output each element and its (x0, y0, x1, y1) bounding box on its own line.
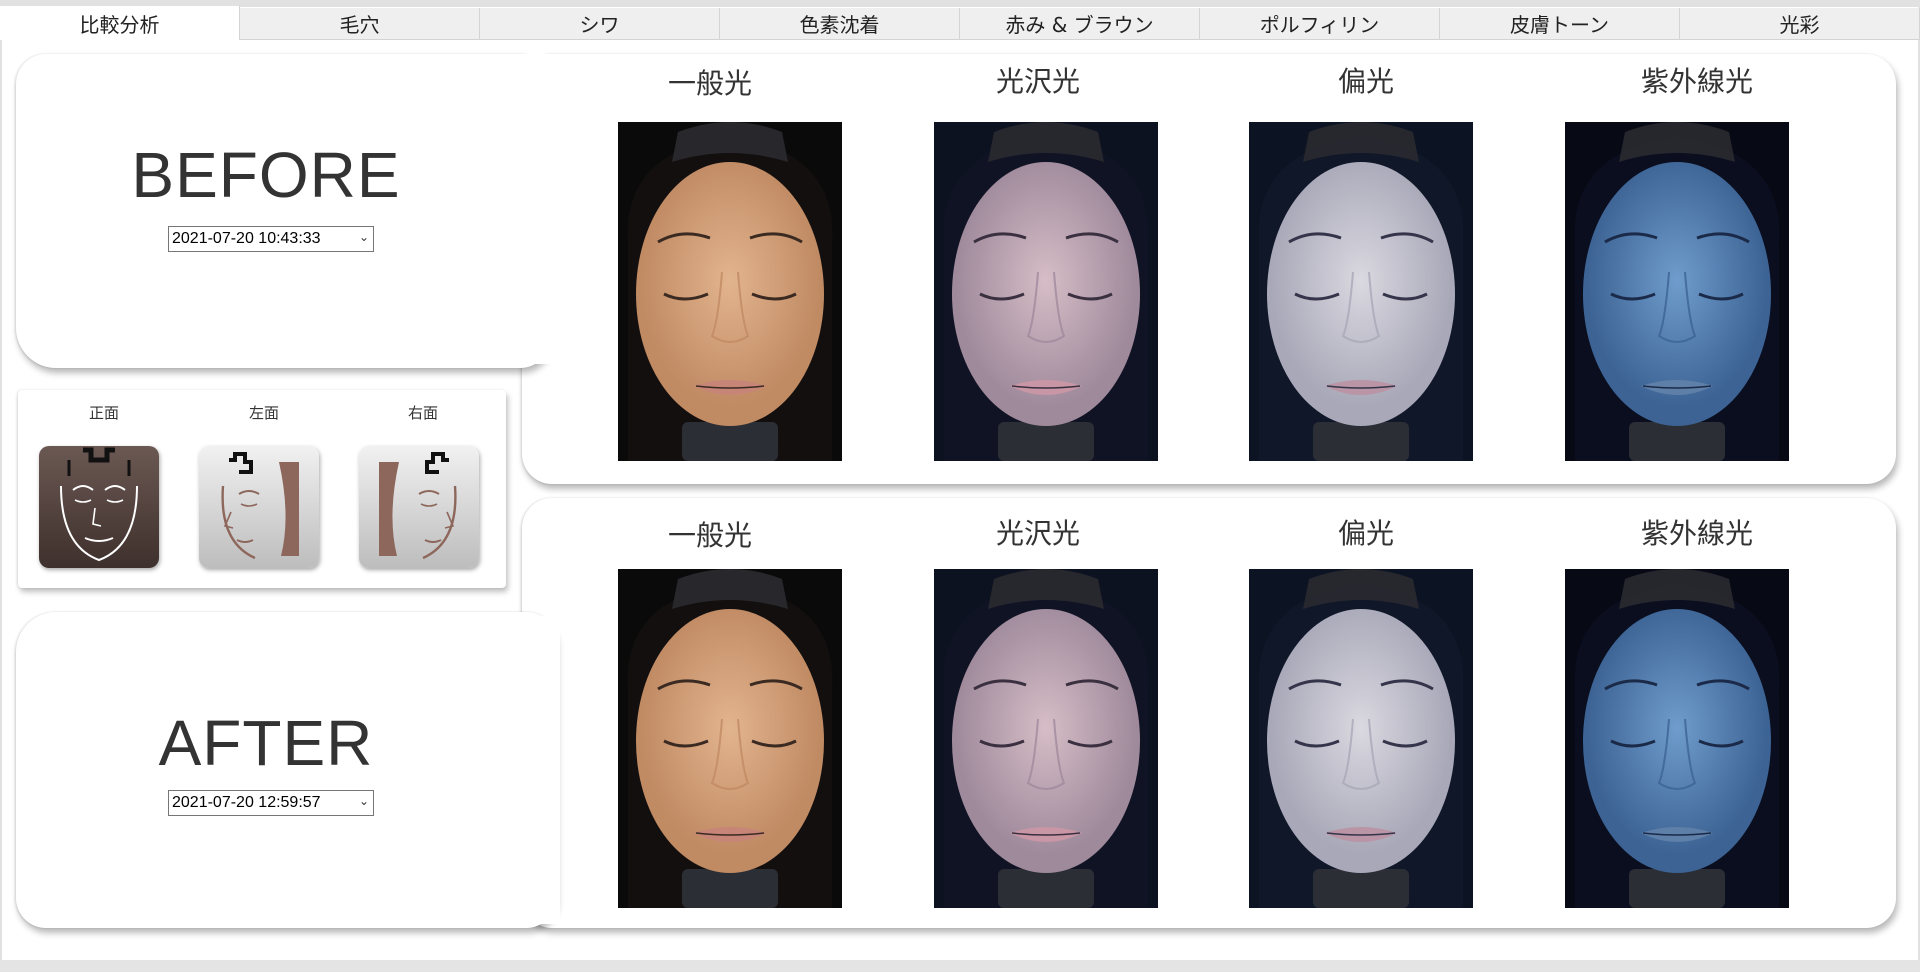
front-view-button[interactable] (39, 446, 159, 568)
tab-redness-brown[interactable]: 赤み & ブラウン (960, 8, 1200, 40)
front-face-icon (39, 446, 159, 568)
before-col-normal-label: 一般光 (667, 67, 752, 100)
before-normal-light-image[interactable] (618, 122, 842, 461)
left-face-icon (199, 446, 319, 568)
left-view-button[interactable] (199, 446, 319, 568)
after-uv-light-image[interactable] (1565, 569, 1789, 908)
tab-comparison[interactable]: 比較分析 (0, 6, 240, 40)
before-gloss-light-image[interactable] (934, 122, 1158, 461)
before-col-polarized-label: 偏光 (1337, 65, 1394, 98)
after-normal-light-image[interactable] (618, 569, 842, 908)
after-col-uv-label: 紫外線光 (1640, 517, 1753, 550)
chevron-down-icon: ⌄ (358, 794, 369, 808)
right-view-label: 右面 (407, 404, 438, 422)
front-view-label: 正面 (88, 404, 119, 422)
tab-wrinkles[interactable]: シワ (480, 8, 720, 40)
tab-pigmentation[interactable]: 色素沈着 (720, 8, 960, 40)
before-date-select[interactable]: 2021-07-20 10:43:33 ⌄ (168, 226, 374, 252)
right-face-icon (359, 446, 479, 568)
chevron-down-icon: ⌄ (358, 230, 369, 244)
tab-radiance[interactable]: 光彩 (1680, 8, 1920, 40)
after-polarized-light-image[interactable] (1249, 569, 1473, 908)
right-view-button[interactable] (359, 446, 479, 568)
after-col-polarized-label: 偏光 (1337, 517, 1394, 550)
before-date-value: 2021-07-20 10:43:33 (172, 230, 321, 247)
after-col-normal-label: 一般光 (667, 519, 752, 552)
after-col-gloss-label: 光沢光 (995, 517, 1080, 550)
tab-skin-tone[interactable]: 皮膚トーン (1440, 8, 1680, 40)
before-col-gloss-label: 光沢光 (995, 65, 1080, 98)
before-title: BEFORE (131, 139, 401, 211)
before-col-uv-label: 紫外線光 (1640, 65, 1753, 98)
after-title: AFTER (158, 707, 374, 779)
after-date-select[interactable]: 2021-07-20 12:59:57 ⌄ (168, 790, 374, 816)
after-date-value: 2021-07-20 12:59:57 (172, 794, 321, 811)
tab-bar: 比較分析 毛穴 シワ 色素沈着 赤み & ブラウン ポルフィリン 皮膚トーン 光… (0, 6, 1920, 40)
left-view-label: 左面 (248, 404, 279, 422)
before-uv-light-image[interactable] (1565, 122, 1789, 461)
tab-pores[interactable]: 毛穴 (240, 8, 480, 40)
after-gloss-light-image[interactable] (934, 569, 1158, 908)
before-polarized-light-image[interactable] (1249, 122, 1473, 461)
tab-porphyrin[interactable]: ポルフィリン (1200, 8, 1440, 40)
